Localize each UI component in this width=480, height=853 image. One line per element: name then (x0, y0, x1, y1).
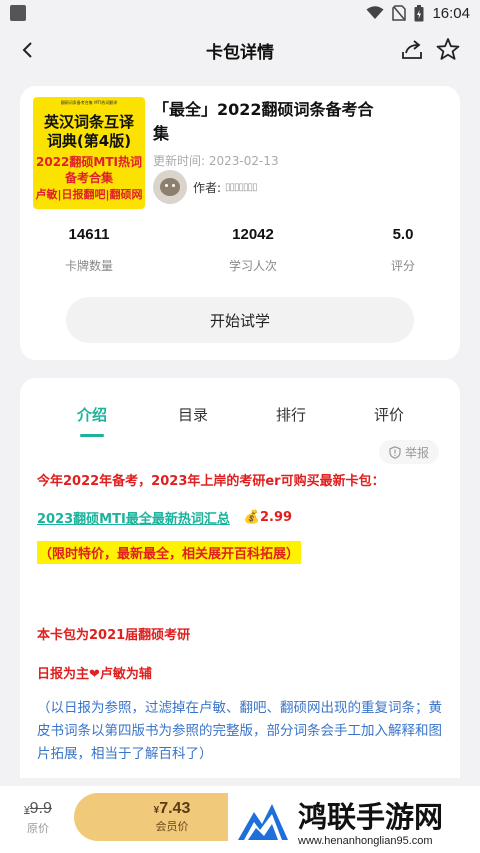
report-button[interactable]: 举报 (379, 440, 440, 464)
pack-summary-card: 翻硕词条备考合集 MTI热词翻译 英汉词条互译 词典(第4版) 2022翻硕MT… (20, 86, 460, 360)
intro-line-5-part-a: 日报为主 (37, 667, 90, 682)
no-sim-icon (392, 5, 407, 21)
cover-line-1: 英汉词条互译 (43, 113, 134, 131)
updated-date: 更新时间: 2023-02-13 (153, 154, 279, 168)
star-icon (436, 38, 460, 60)
share-icon (402, 40, 422, 59)
wifi-icon (366, 6, 384, 19)
stat-value: 12042 (232, 226, 274, 243)
notification-icon (10, 5, 26, 21)
author-label: 作者: (193, 180, 222, 195)
original-price: ¥9.9 原价 (18, 800, 58, 836)
cover-line-2: 词典(第4版) (46, 132, 132, 150)
battery-icon (414, 4, 424, 21)
watermark-logo-icon (238, 804, 288, 840)
pack-cover-image[interactable]: 翻硕词条备考合集 MTI热词翻译 英汉词条互译 词典(第4版) 2022翻硕MT… (33, 97, 145, 209)
promo-highlight: （限时特价，最新最全，相关展开百科拓展） (37, 541, 302, 564)
cover-top-text: 翻硕词条备考合集 MTI热词翻译 (60, 100, 118, 105)
navbar: 卡包详情 (0, 26, 480, 74)
intro-paragraph: （以日报为参照，过滤掉在卢敏、翻吧、翻硕网出现的重复词条；黄皮书词条以第四版书为… (37, 700, 442, 762)
share-button[interactable] (398, 36, 426, 64)
intro-line-4: 本卡包为2021届翻硕考研 (37, 628, 191, 643)
chevron-left-icon (22, 42, 32, 58)
start-trial-button[interactable]: 开始试学 (66, 297, 414, 343)
cover-line-3: 2022翻硕MTI热词 (36, 155, 142, 169)
tab-catalog[interactable]: 目录 (163, 404, 223, 425)
watermark-title: 鸿联手游网 (298, 800, 444, 834)
new-pack-price: 💰2.99 (243, 510, 293, 525)
back-button[interactable] (14, 36, 42, 64)
author-name: ▯▯▯▯▯▯▯ (225, 181, 258, 193)
watermark: 鸿联手游网 www.henanhonglian95.com (228, 790, 480, 853)
new-pack-link-row: 2023翻硕MTI最全最新热词汇总 💰2.99 (37, 508, 292, 527)
tab-bar: 介绍 目录 排行 评价 (20, 404, 460, 440)
member-price-value: 7.43 (159, 800, 191, 817)
stat-value: 5.0 (392, 226, 414, 243)
report-label: 举报 (405, 445, 430, 460)
stats-row: 14611 卡牌数量 12042 学习人次 5.0 评分 (20, 226, 460, 286)
heart-icon: ❤ (89, 667, 100, 682)
author-row[interactable]: 作者: ▯▯▯▯▯▯▯ (153, 170, 258, 204)
clock: 16:04 (432, 4, 470, 22)
intro-line-1: 今年2022年备考，2023年上岸的考研er可购买最新卡包： (37, 474, 385, 489)
original-price-value: 9.9 (29, 800, 52, 817)
tab-reviews[interactable]: 评价 (359, 404, 419, 425)
avatar[interactable] (153, 170, 187, 204)
cover-line-5: 卢敏|日报翻吧|翻硕网 (35, 188, 143, 201)
cover-line-4: 备考合集 (64, 171, 113, 185)
status-bar: 16:04 (0, 0, 480, 26)
favorite-button[interactable] (434, 36, 462, 64)
active-tab-indicator (80, 434, 104, 437)
stat-rating: 5.0 评分 (370, 226, 436, 274)
stat-learners: 12042 学习人次 (214, 226, 292, 274)
pack-title: 「最全」2022翻硕词条备考合集 (153, 100, 374, 143)
intro-line-5: 日报为主❤卢敏为辅 (37, 663, 152, 682)
watermark-url: www.henanhonglian95.com (298, 835, 433, 847)
stat-label: 评分 (390, 259, 415, 273)
shield-icon (389, 445, 401, 459)
detail-card: 介绍 目录 排行 评价 举报 今年2022年备考，2023年上岸的考研er可购买… (20, 378, 460, 778)
stat-label: 学习人次 (228, 259, 277, 273)
tab-ranking[interactable]: 排行 (261, 404, 321, 425)
stat-card-count: 14611 卡牌数量 (50, 226, 128, 274)
original-price-label: 原价 (27, 822, 49, 835)
stat-value: 14611 (68, 226, 110, 243)
intro-line-5-part-b: 卢敏为辅 (99, 667, 152, 682)
stat-label: 卡牌数量 (64, 259, 113, 273)
tab-intro[interactable]: 介绍 (62, 404, 122, 425)
new-pack-link[interactable]: 2023翻硕MTI最全最新热词汇总 (37, 508, 230, 527)
